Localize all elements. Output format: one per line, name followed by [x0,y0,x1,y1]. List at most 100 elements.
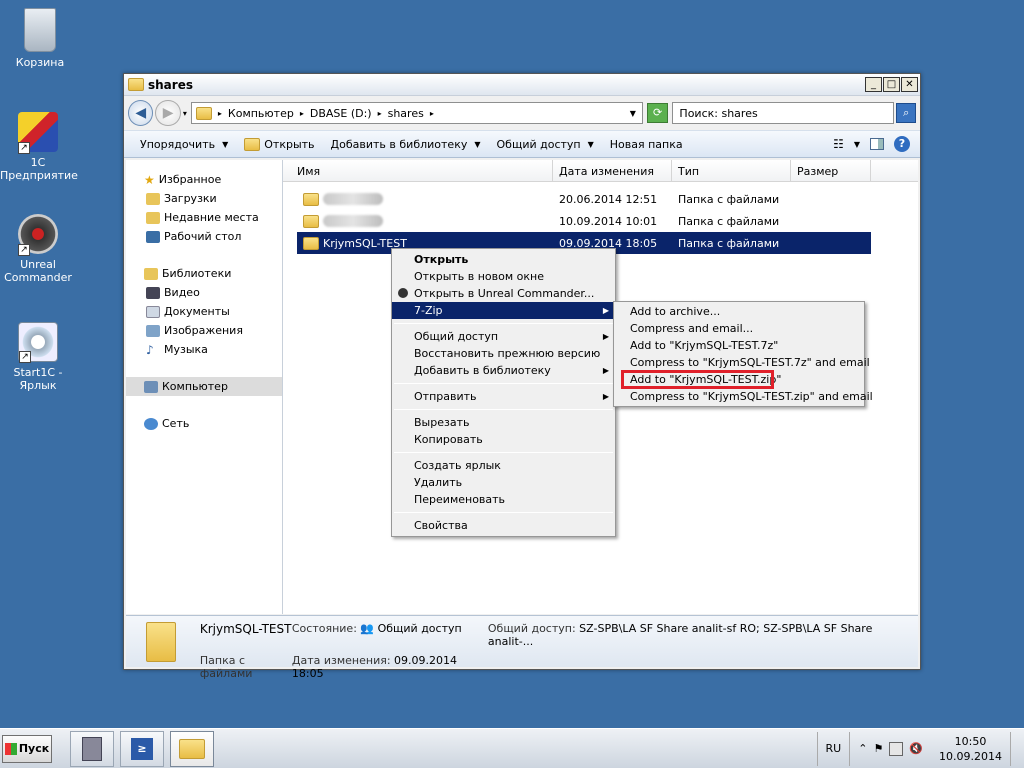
nav-computer[interactable]: Компьютер [126,377,282,396]
menu-7zip[interactable]: 7-Zip ▶ [392,302,615,319]
breadcrumb-computer[interactable]: Компьютер [228,107,294,120]
file-type: Папка с файлами [678,236,780,250]
chevron-down-icon[interactable]: ▼ [854,140,860,149]
organize-label: Упорядочить [140,137,216,151]
command-bar: Упорядочить ▼ Открыть Добавить в библиоте… [124,130,920,158]
file-row[interactable]: 20.06.2014 12:51 Папка с файлами [283,188,918,210]
view-options-icon[interactable]: ☷ [833,137,844,151]
submenu-arrow-icon: ▶ [602,306,609,315]
new-folder-button[interactable]: Новая папка [602,138,691,151]
star-icon: ★ [144,172,155,187]
refresh-button[interactable]: ⟳ [646,103,669,123]
menu-add-library[interactable]: Добавить в библиотеку ▶ [392,362,615,379]
menu-rename[interactable]: Переименовать [392,491,615,508]
chevron-right-icon[interactable]: ▸ [218,109,222,118]
nav-network[interactable]: Сеть [126,414,282,433]
nav-desktop[interactable]: Рабочий стол [126,227,282,246]
maximize-button[interactable]: □ [883,77,900,92]
powershell-icon: ≥ [131,737,153,760]
chevron-right-icon[interactable]: ▸ [300,109,304,118]
help-icon[interactable]: ? [894,136,910,152]
menu-open[interactable]: Открыть [392,251,615,268]
zip-compress-zip-email[interactable]: Compress to "KrjymSQL-TEST.zip" and emai… [614,388,873,405]
desktop-icon-label: Unreal Commander [4,258,72,284]
search-icon[interactable]: ⌕ [896,103,916,123]
zip-compress-email[interactable]: Compress and email... [614,320,864,337]
taskbar-explorer[interactable] [170,730,214,767]
nav-video[interactable]: Видео [126,283,282,302]
menu-copy[interactable]: Копировать [392,431,615,448]
desktop-icon-unreal-commander[interactable]: ↗ Unreal Commander [0,214,76,284]
forward-button[interactable]: ▶ [155,100,181,126]
zip-add-zip[interactable]: Add to "KrjymSQL-TEST.zip" [621,370,781,389]
back-button[interactable]: ◀ [128,100,154,126]
add-to-library-button[interactable]: Добавить в библиотеку ▼ [323,138,489,151]
redacted-name [323,215,383,227]
action-center-flag-icon[interactable]: ⚑ [873,742,883,755]
network-tray-icon[interactable] [889,741,904,756]
clock[interactable]: 10:50 10.09.2014 [931,734,1010,764]
address-bar[interactable]: ▸ Компьютер ▸ DBASE (D:) ▸ shares ▸ ▼ [190,102,643,124]
zip-compress-7z-email[interactable]: Compress to "KrjymSQL-TEST.7z" and email [614,354,870,371]
menu-send-to[interactable]: Отправить ▶ [392,388,615,405]
menu-properties[interactable]: Свойства [392,517,615,534]
breadcrumb-drive[interactable]: DBASE (D:) [310,107,372,120]
column-header-type[interactable]: Тип [672,160,791,181]
file-row[interactable]: 10.09.2014 10:01 Папка с файлами [283,210,918,232]
chevron-right-icon[interactable]: ▸ [430,109,434,118]
breadcrumb-shares[interactable]: shares [388,107,424,120]
search-input[interactable]: Поиск: shares [672,102,895,124]
address-row: ◀ ▶ ▾ ▸ Компьютер ▸ DBASE (D:) ▸ shares … [124,96,920,130]
open-button[interactable]: Открыть [236,137,322,151]
nav-favorites[interactable]: ★ Избранное [126,170,282,189]
preview-pane-icon[interactable] [870,138,884,150]
menu-share[interactable]: Общий доступ ▶ [392,328,615,345]
organize-button[interactable]: Упорядочить ▼ [132,138,236,151]
show-desktop-button[interactable] [1010,731,1024,766]
share-button[interactable]: Общий доступ ▼ [489,138,602,151]
menu-restore-version[interactable]: Восстановить прежнюю версию [392,345,615,362]
details-pane: KrjymSQL-TEST Состояние: 👥 Общий доступ … [126,615,918,680]
column-header-size[interactable]: Размер [791,160,871,181]
volume-muted-icon[interactable]: 🔇 [909,742,923,755]
language-indicator[interactable]: RU [816,731,851,766]
menu-delete[interactable]: Удалить [392,474,615,491]
history-dropdown-icon[interactable]: ▾ [183,109,187,118]
computer-icon [144,380,158,393]
explorer-icon [179,738,205,759]
desktop-icon-recycle-bin[interactable]: Корзина [2,8,78,69]
show-hidden-icons-icon[interactable]: ⌃ [858,742,867,755]
nav-libraries[interactable]: Библиотеки [126,264,282,283]
minimize-button[interactable]: _ [865,77,882,92]
nav-music[interactable]: ♪ Музыка [126,340,282,359]
documents-icon [146,305,160,318]
nav-label: Изображения [164,324,243,337]
close-button[interactable]: ✕ [901,77,918,92]
menu-open-unreal[interactable]: Открыть в Unreal Commander... [392,285,615,302]
zip-add-7z[interactable]: Add to "KrjymSQL-TEST.7z" [614,337,864,354]
start-button[interactable]: Пуск [2,734,52,763]
menu-cut[interactable]: Вырезать [392,414,615,431]
desktop-icon-1c[interactable]: ↗ 1С Предприятие [0,112,78,182]
nav-recent[interactable]: Недавние места [126,208,282,227]
nav-label: Документы [164,305,230,318]
chevron-down-icon: ▼ [222,139,229,149]
chevron-right-icon[interactable]: ▸ [378,109,382,118]
address-dropdown-icon[interactable]: ▼ [630,109,636,118]
column-header-name[interactable]: Имя [283,160,553,181]
nav-documents[interactable]: Документы [126,302,282,321]
nav-downloads[interactable]: Загрузки [126,189,282,208]
desktop-icon-start1c[interactable]: ↗ Start1C - Ярлык [0,322,76,392]
nav-label: Видео [164,286,200,299]
menu-create-shortcut[interactable]: Создать ярлык [392,457,615,474]
zip-add-to-archive[interactable]: Add to archive... [614,303,864,320]
column-header-date[interactable]: Дата изменения [553,160,672,181]
taskbar-server-manager[interactable] [70,730,114,767]
context-menu: Открыть Открыть в новом окне Открыть в U… [391,248,616,537]
title-bar[interactable]: shares _ □ ✕ [124,74,920,96]
downloads-icon [146,192,160,205]
nav-images[interactable]: Изображения [126,321,282,340]
menu-open-new-window[interactable]: Открыть в новом окне [392,268,615,285]
taskbar-powershell[interactable]: ≥ [120,730,164,767]
server-manager-icon [82,736,102,761]
